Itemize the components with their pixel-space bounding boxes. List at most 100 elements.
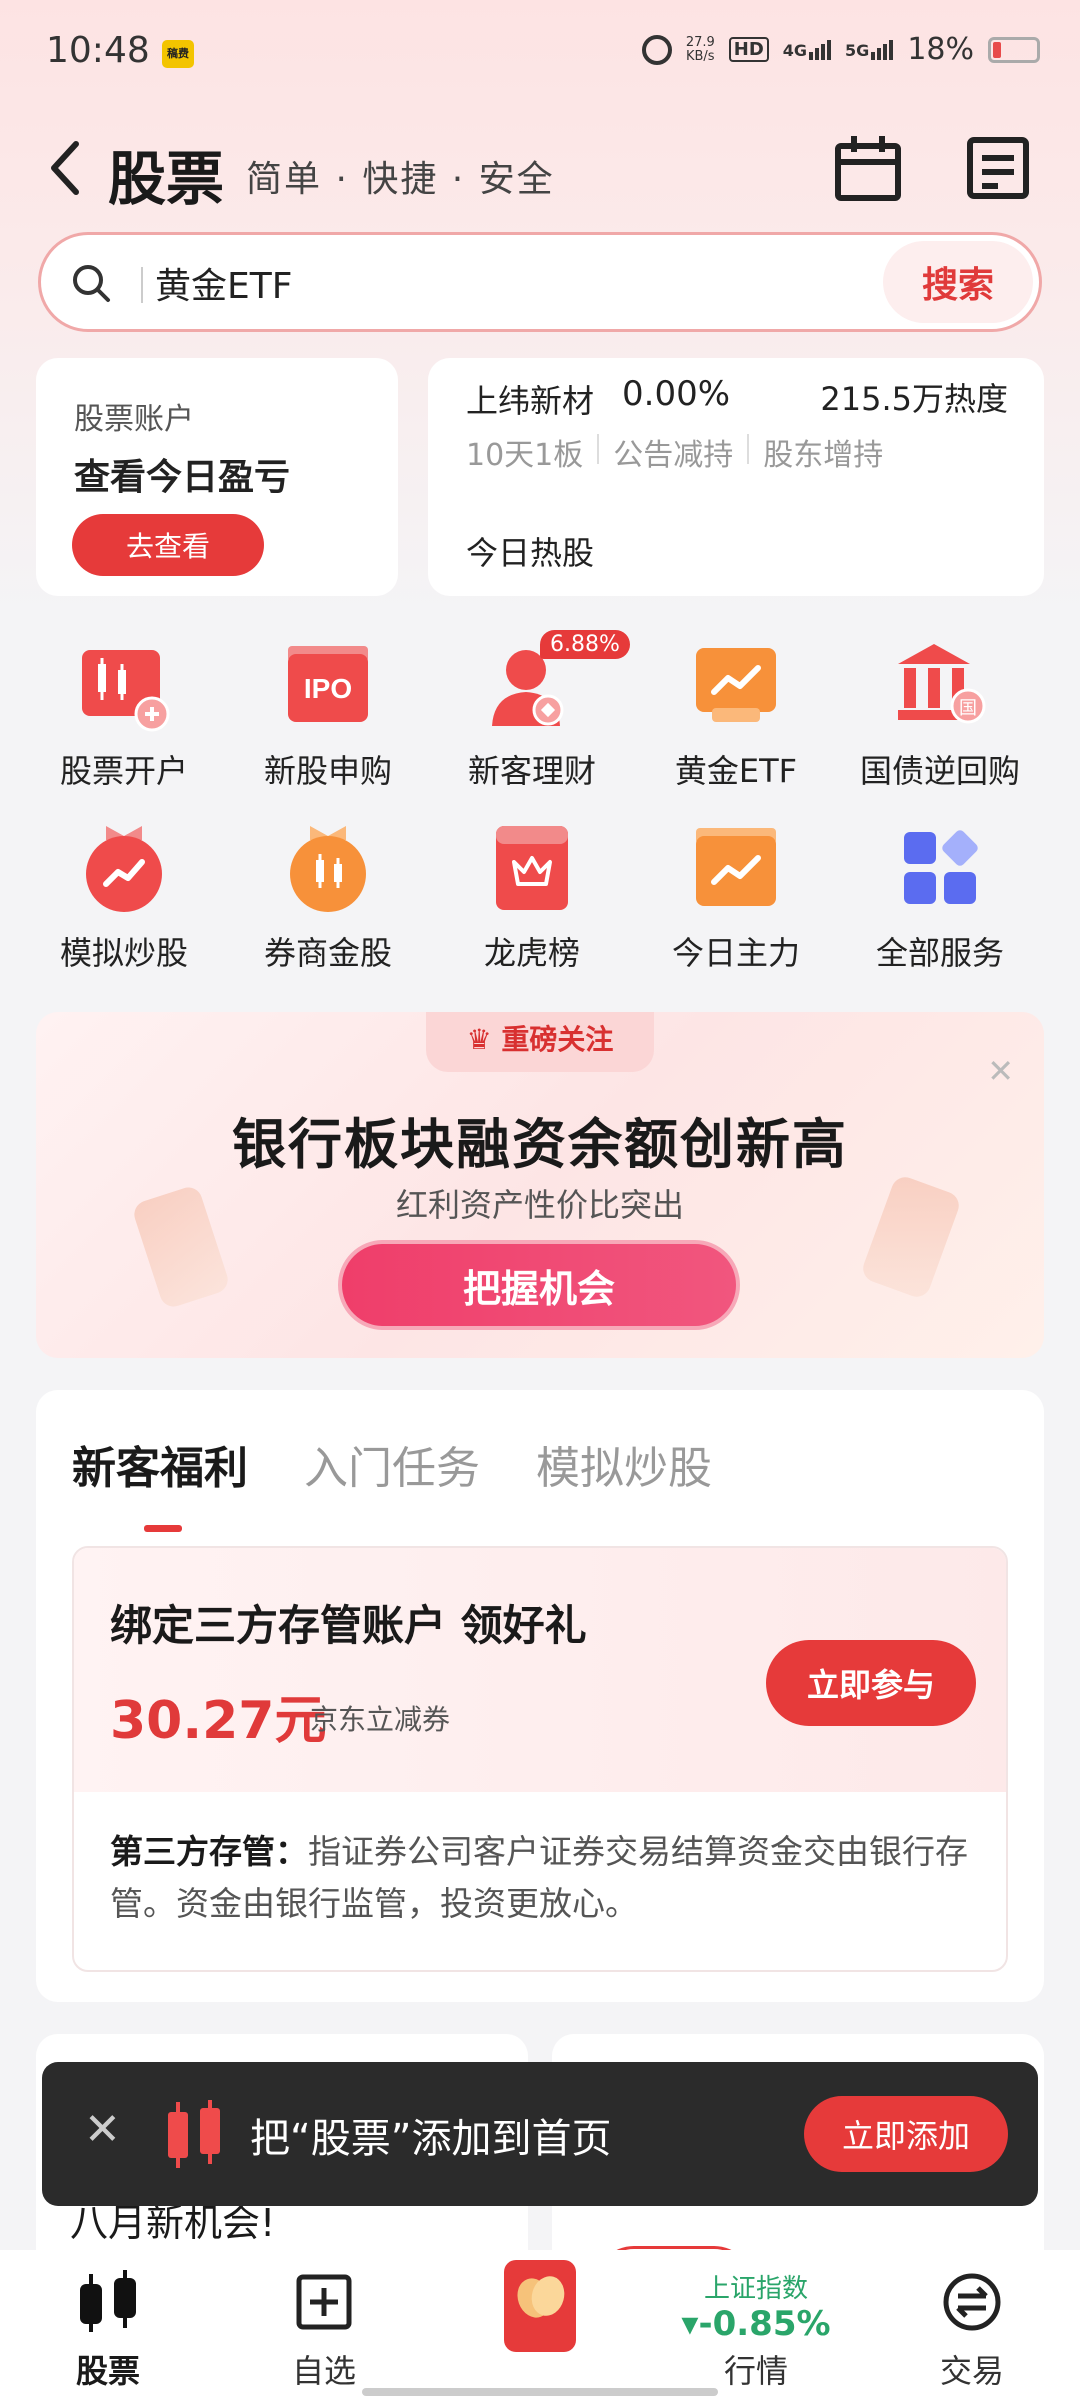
- search-bar: 搜索: [38, 232, 1042, 332]
- hd-icon: HD: [728, 37, 769, 62]
- simulated-trading-icon: [78, 822, 170, 914]
- hot-stock-name: 上纬新材: [466, 382, 595, 420]
- tab-beginner-tasks[interactable]: 入门任务: [304, 1432, 480, 1496]
- clock: 10:48: [46, 30, 150, 71]
- search-button[interactable]: 搜索: [883, 241, 1033, 323]
- service-bond-repo[interactable]: 国 国债逆回购: [838, 640, 1042, 792]
- promo-banner[interactable]: ♛ 重磅关注 ✕ 银行板块融资余额创新高 红利资产性价比突出 把握机会: [36, 1012, 1044, 1358]
- tab-simulated-trading[interactable]: 模拟炒股: [536, 1432, 712, 1496]
- main-force-icon: [690, 822, 782, 914]
- broker-stock-icon: [282, 822, 374, 914]
- service-gold-etf[interactable]: 黄金ETF: [634, 640, 838, 792]
- search-icon: [73, 265, 110, 302]
- alarm-icon: [641, 34, 672, 65]
- service-simulated-trading[interactable]: 模拟炒股: [22, 822, 226, 974]
- page-title: 股票: [108, 145, 225, 213]
- index-name: 上证指数: [703, 2274, 808, 2304]
- plus-box-icon: [296, 2274, 352, 2330]
- down-arrow-icon: ▾: [681, 2304, 699, 2344]
- gold-etf-icon: [690, 640, 782, 732]
- service-label: 龙虎榜: [483, 934, 580, 972]
- banner-subtitle: 红利资产性价比突出: [395, 1186, 684, 1224]
- nav-trade[interactable]: 交易: [864, 2250, 1080, 2400]
- notes-icon[interactable]: [962, 132, 1034, 204]
- signal-5g-icon: 5G: [845, 39, 894, 60]
- notification-icon: 稿费: [162, 40, 194, 68]
- stock-tag: 股东增持: [763, 438, 884, 473]
- battery-icon: [988, 36, 1040, 63]
- coupon-label: 京东立减券: [310, 1703, 451, 1736]
- hot-stock-tags: 10天1板 公告减持 股东增持: [466, 430, 883, 474]
- close-icon[interactable]: ✕: [84, 2104, 121, 2155]
- bond-repo-icon: 国: [894, 640, 986, 732]
- dragon-tiger-icon: [486, 822, 578, 914]
- welfare-section: 新客福利 入门任务 模拟炒股 绑定三方存管账户 领好礼 30.27元 京东立减券…: [36, 1390, 1044, 2002]
- service-label: 股票开户: [59, 752, 188, 790]
- service-label: 新股申购: [263, 752, 392, 790]
- account-card[interactable]: 股票账户 查看今日盈亏 去查看: [36, 358, 398, 596]
- service-main-force[interactable]: 今日主力: [634, 822, 838, 974]
- nav-label: 股票: [75, 2352, 140, 2390]
- toast-message: 把“股票”添加到首页: [250, 2116, 612, 2162]
- signal-4g-icon: 4G: [783, 39, 832, 60]
- account-headline: 查看今日盈亏: [74, 457, 291, 498]
- search-input[interactable]: [155, 253, 795, 313]
- crown-icon: ♛: [466, 1023, 502, 1056]
- hot-stock-card[interactable]: 上纬新材 0.00% 215.5万热度 10天1板 公告减持 股东增持 今日热股: [428, 358, 1044, 596]
- red-packet-icon: [504, 2260, 576, 2352]
- service-broker-stock[interactable]: 券商金股: [226, 822, 430, 974]
- service-ipo[interactable]: IPO 新股申购: [226, 640, 430, 792]
- rate-badge: 6.88%: [540, 630, 630, 659]
- hot-stock-heat: 215.5万热度: [820, 380, 1008, 418]
- nav-watchlist[interactable]: 自选: [216, 2250, 432, 2400]
- service-new-wealth[interactable]: 6.88% 新客理财: [430, 630, 634, 792]
- svg-text:IPO: IPO: [304, 673, 352, 704]
- nav-label: 行情: [723, 2352, 788, 2390]
- battery-percent: 18%: [907, 32, 974, 67]
- view-pnl-button[interactable]: 去查看: [72, 514, 264, 576]
- nav-red-packet[interactable]: [432, 2250, 648, 2400]
- welfare-title: 绑定三方存管账户 领好礼: [110, 1601, 587, 1650]
- welfare-card[interactable]: 绑定三方存管账户 领好礼 30.27元 京东立减券 立即参与 第三方存管：指证券…: [72, 1546, 1008, 1972]
- all-services-icon: [894, 822, 986, 914]
- nav-stocks[interactable]: 股票: [0, 2250, 216, 2400]
- service-label: 券商金股: [263, 934, 392, 972]
- page-subtitle: 简单 · 快捷 · 安全: [246, 159, 555, 200]
- close-icon[interactable]: ✕: [987, 1052, 1014, 1090]
- service-label: 全部服务: [875, 934, 1004, 972]
- page-header: 股票 简单 · 快捷 · 安全: [0, 120, 1080, 220]
- exchange-icon: [943, 2273, 1001, 2331]
- join-now-button[interactable]: 立即参与: [766, 1640, 976, 1726]
- stocks-icon: [80, 2270, 136, 2332]
- stock-app-icon: [168, 2100, 220, 2168]
- calendar-icon[interactable]: [832, 132, 904, 204]
- banner-title: 银行板块融资余额创新高: [232, 1113, 848, 1176]
- search-divider: [141, 267, 143, 303]
- seize-opportunity-button[interactable]: 把握机会: [338, 1240, 740, 1330]
- home-indicator[interactable]: [362, 2388, 718, 2396]
- back-arrow-icon[interactable]: [46, 138, 86, 198]
- stock-tag: 公告减持: [613, 438, 734, 473]
- bottom-nav: 股票 自选 上证指数 ▾-0.85% 行情 交易: [0, 2250, 1080, 2400]
- wealth-icon: 6.88%: [486, 630, 630, 732]
- svg-text:国: 国: [959, 698, 977, 719]
- ipo-icon: IPO: [282, 640, 374, 732]
- service-label: 黄金ETF: [674, 752, 798, 790]
- service-label: 模拟炒股: [59, 934, 188, 972]
- reward-amount: 30.27元: [110, 1691, 327, 1751]
- service-all[interactable]: 全部服务: [838, 822, 1042, 974]
- hot-stocks-label: 今日热股: [466, 534, 595, 572]
- service-label: 国债逆回购: [859, 752, 1020, 790]
- tab-new-customer[interactable]: 新客福利: [72, 1432, 248, 1532]
- service-account-open[interactable]: 股票开户: [22, 640, 226, 792]
- nav-label: 交易: [939, 2352, 1004, 2390]
- nav-market[interactable]: 上证指数 ▾-0.85% 行情: [648, 2250, 864, 2400]
- banner-tag: ♛ 重磅关注: [426, 1012, 654, 1072]
- service-dragon-tiger[interactable]: 龙虎榜: [430, 822, 634, 974]
- account-open-icon: [78, 640, 170, 732]
- desc-term: 第三方存管：: [110, 1832, 308, 1871]
- service-label: 新客理财: [467, 752, 596, 790]
- add-now-button[interactable]: 立即添加: [804, 2096, 1008, 2172]
- nav-label: 自选: [291, 2352, 356, 2390]
- welfare-tabs: 新客福利 入门任务 模拟炒股: [72, 1432, 712, 1532]
